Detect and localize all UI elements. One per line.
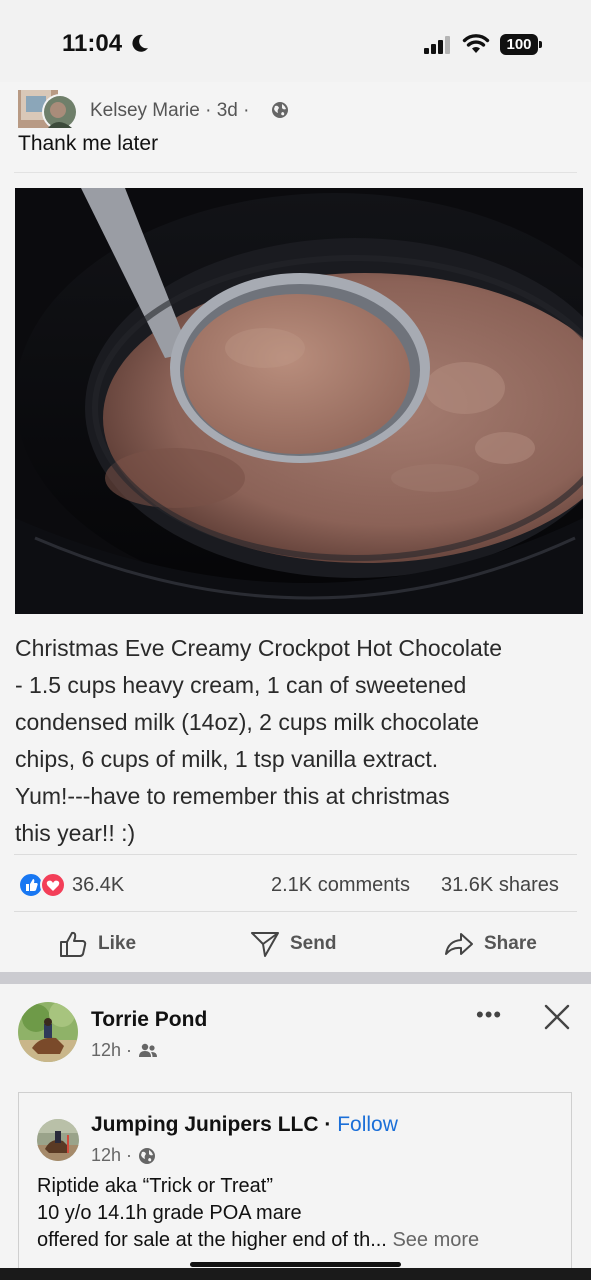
reaction-count[interactable]: 36.4K <box>72 874 124 897</box>
send-icon <box>251 932 279 957</box>
recipe-text: Christmas Eve Creamy Crockpot Hot Chocol… <box>15 630 581 852</box>
wifi-icon <box>462 34 490 53</box>
close-icon[interactable] <box>542 1002 572 1032</box>
cellular-signal-icon <box>424 36 450 54</box>
share-icon <box>445 933 473 955</box>
bottom-bar <box>0 1268 591 1280</box>
battery-indicator: 100 <box>500 34 538 55</box>
divider <box>14 854 577 855</box>
post-author-line[interactable]: Kelsey Marie · 3d · <box>90 100 249 122</box>
globe-icon <box>272 102 288 118</box>
feed-separator <box>0 972 591 984</box>
share-button[interactable]: Share <box>444 927 537 961</box>
post-caption: Thank me later <box>18 132 159 155</box>
post-meta: 12h · <box>91 1040 158 1061</box>
status-time: 11:04 <box>62 30 123 57</box>
reaction-icons[interactable] <box>18 872 68 898</box>
post-author-name[interactable]: Kelsey Marie <box>90 100 200 121</box>
see-more-link[interactable]: See more <box>392 1229 479 1251</box>
recipe-line: Christmas Eve Creamy Crockpot Hot Chocol… <box>15 635 502 661</box>
shared-meta: 12h · <box>91 1145 156 1166</box>
shared-post[interactable]: Jumping Junipers LLC · Follow 12h · Ript… <box>18 1092 572 1268</box>
friends-icon <box>139 1043 158 1057</box>
avatar[interactable] <box>18 1002 78 1062</box>
recipe-line: this year!! :) <box>15 820 136 846</box>
shares-count[interactable]: 31.6K shares <box>441 874 559 897</box>
status-bar: 11:04 100 <box>0 0 591 82</box>
recipe-line: chips, 6 cups of milk, 1 tsp vanilla ext… <box>15 746 439 772</box>
share-label: Share <box>484 933 537 954</box>
recipe-line: - 1.5 cups heavy cream, 1 can of sweeten… <box>15 672 467 698</box>
avatar[interactable] <box>18 90 76 128</box>
divider <box>14 911 577 912</box>
send-label: Send <box>290 933 337 954</box>
shared-time: 12h · <box>91 1145 133 1165</box>
home-indicator[interactable] <box>190 1262 401 1267</box>
post-torrie: Torrie Pond 12h · ••• Jumping Junipers L… <box>0 984 591 1280</box>
post-kelsey: Kelsey Marie · 3d · Thank me later Chris… <box>0 82 591 972</box>
send-button[interactable]: Send <box>250 927 336 961</box>
post-author-name[interactable]: Torrie Pond <box>91 1008 207 1032</box>
more-icon[interactable]: ••• <box>476 1002 502 1028</box>
thumbs-up-icon <box>60 931 87 957</box>
divider <box>14 172 577 173</box>
like-label: Like <box>98 933 137 954</box>
shared-line: Riptide aka “Trick or Treat” <box>37 1175 273 1197</box>
separator-dot: · <box>318 1113 338 1136</box>
shared-author-name[interactable]: Jumping Junipers LLC <box>91 1113 319 1136</box>
follow-button[interactable]: Follow <box>337 1113 398 1136</box>
recipe-line: condensed milk (14oz), 2 cups milk choco… <box>15 709 480 735</box>
post-meta: · 3d · <box>205 100 250 121</box>
shared-line: offered for sale at the higher end of th… <box>37 1227 567 1254</box>
shared-line-text: offered for sale at the higher end of th… <box>37 1229 387 1251</box>
battery-tip <box>539 41 542 48</box>
shared-line: 10 y/o 14.1h grade POA mare <box>37 1202 302 1224</box>
moon-icon <box>132 34 148 52</box>
shared-author-line: Jumping Junipers LLC · Follow <box>91 1113 398 1137</box>
like-button[interactable]: Like <box>58 927 136 961</box>
avatar[interactable] <box>37 1119 79 1161</box>
comments-count[interactable]: 2.1K comments <box>271 874 410 897</box>
shared-body: Riptide aka “Trick or Treat” 10 y/o 14.1… <box>37 1173 567 1254</box>
post-time: 12h · <box>91 1040 133 1060</box>
post-photo[interactable] <box>15 188 583 614</box>
globe-icon <box>139 1147 156 1164</box>
recipe-line: Yum!---have to remember this at christma… <box>15 783 450 809</box>
